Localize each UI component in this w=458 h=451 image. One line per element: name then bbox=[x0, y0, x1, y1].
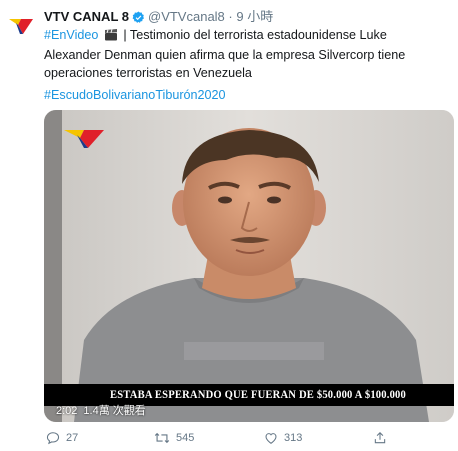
handle[interactable]: @VTVcanal8 bbox=[148, 9, 225, 24]
reply-icon bbox=[46, 432, 60, 445]
share-button[interactable] bbox=[373, 431, 387, 445]
reply-count: 27 bbox=[66, 432, 79, 444]
separator-dot: · bbox=[228, 9, 233, 24]
tweet-text: #EnVideo | Testimonio del terrorista est… bbox=[44, 26, 444, 82]
vtv-logo bbox=[6, 10, 36, 40]
hashtag-escudo[interactable]: #EscudoBolivarianoTiburón2020 bbox=[44, 86, 226, 104]
video-caption: ESTABA ESPERANDO QUE FUERAN DE $50.000 A… bbox=[110, 389, 406, 401]
reply-button[interactable]: 27 bbox=[46, 431, 78, 445]
share-icon bbox=[374, 432, 386, 444]
tweet-actions: 27 545 313 bbox=[44, 431, 454, 451]
hashtag-envideo[interactable]: #EnVideo bbox=[44, 28, 98, 42]
video-duration: 2:02 bbox=[56, 405, 78, 417]
avatar[interactable] bbox=[6, 10, 36, 40]
retweet-count: 545 bbox=[176, 432, 195, 444]
video-frame bbox=[44, 110, 454, 422]
heart-icon bbox=[265, 433, 277, 444]
like-count: 313 bbox=[284, 432, 303, 444]
video-views: 1.4萬 次觀看 bbox=[83, 405, 146, 417]
tweet-body: | Testimonio del terrorista estadouniden… bbox=[44, 28, 406, 80]
display-name[interactable]: VTV CANAL 8 bbox=[44, 9, 129, 24]
video-player[interactable]: ESTABA ESPERANDO QUE FUERAN DE $50.000 A… bbox=[44, 110, 454, 422]
clapper-board-icon bbox=[104, 28, 118, 46]
timestamp[interactable]: 9 小時 bbox=[236, 9, 273, 24]
retweet-icon bbox=[154, 432, 170, 444]
vtv-watermark-logo bbox=[64, 130, 104, 148]
like-button[interactable]: 313 bbox=[264, 431, 302, 445]
retweet-button[interactable]: 545 bbox=[154, 431, 194, 445]
video-meta: 2:02 1.4萬 次觀看 bbox=[56, 402, 152, 418]
